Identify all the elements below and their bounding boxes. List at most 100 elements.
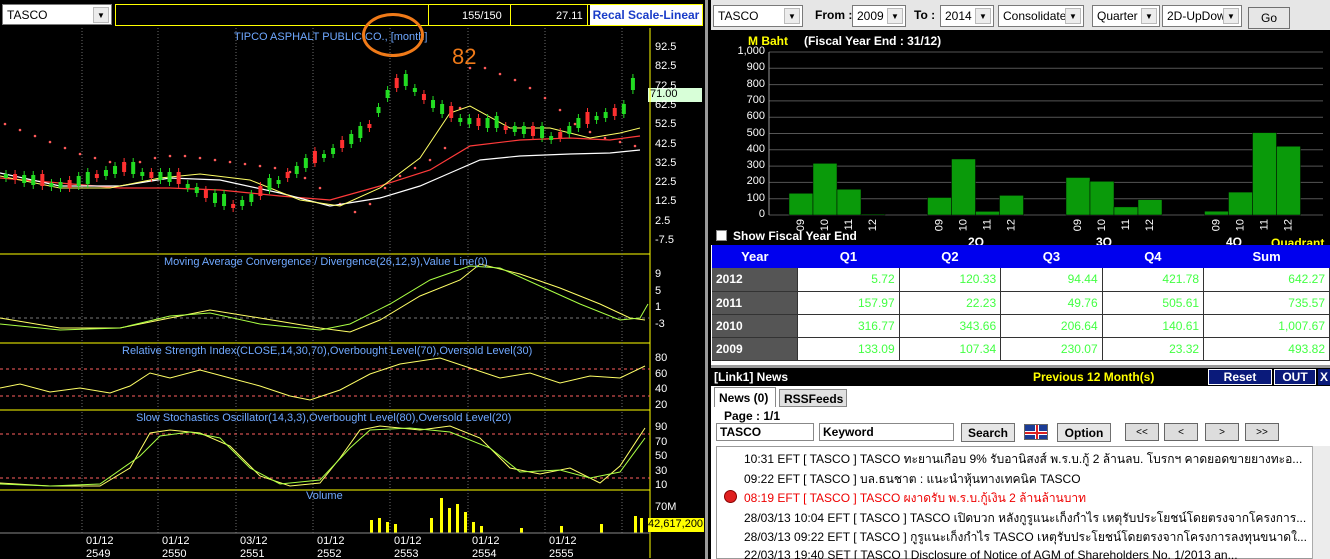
fin-symbol-select[interactable]: TASCO ▼ <box>713 5 803 27</box>
year-axis-label: 2553 <box>394 548 419 559</box>
candle-body <box>158 172 163 180</box>
candle-body <box>540 126 545 138</box>
volume-axis-tick: 70M <box>655 501 677 513</box>
sar-dot <box>413 166 417 170</box>
tab-news[interactable]: News (0) <box>714 387 776 407</box>
fin-bar <box>812 163 838 216</box>
table-cell: 22.23 <box>899 291 1002 315</box>
view-select[interactable]: 2D-UpDown ▼ <box>1162 5 1242 27</box>
financial-table: Year Q1 Q2 Q3 Q4 Sum 2012 5.72 120.33 94.44 421.7… <box>712 245 1330 361</box>
nav-prev-button[interactable]: < <box>1164 423 1198 441</box>
statement-value: Consolidated <box>1003 9 1074 23</box>
chart-symbol-select[interactable]: TASCO ▼ <box>2 4 112 25</box>
recal-scale-button[interactable]: Recal Scale-Linear <box>590 5 702 25</box>
show-fye-label: Show Fiscal Year End <box>733 229 857 243</box>
scrollbar[interactable] <box>1312 446 1330 559</box>
volume-title: Volume <box>306 490 343 502</box>
nav-last-button[interactable]: >> <box>1245 423 1279 441</box>
candle-body <box>176 172 181 184</box>
nav-first-button[interactable]: << <box>1125 423 1159 441</box>
chevron-down-icon[interactable]: ▼ <box>1065 8 1081 24</box>
sar-dot <box>138 160 142 164</box>
fin-category-label: 12 <box>1006 219 1018 231</box>
table-row[interactable]: 2009 133.09 107.34 230.07 23.32 493.82 <box>712 337 1330 361</box>
sar-dot <box>573 122 577 126</box>
candle-body <box>22 175 27 183</box>
stoch-axis-tick: 90 <box>655 421 668 433</box>
option-button[interactable]: Option <box>1057 423 1111 442</box>
fin-bar <box>1137 199 1163 216</box>
sar-dot <box>183 154 187 158</box>
sar-dot <box>153 156 157 160</box>
table-cell: 2011 <box>712 291 799 315</box>
chevron-down-icon[interactable]: ▼ <box>784 8 800 24</box>
news-symbol-input[interactable]: TASCO <box>716 423 814 441</box>
fin-category-label: 10 <box>1096 219 1108 231</box>
candle-body <box>113 166 118 174</box>
show-fye-checkbox[interactable] <box>716 230 727 241</box>
fin-category-label: 11 <box>982 219 994 230</box>
close-button[interactable]: X <box>1318 369 1330 385</box>
chevron-down-icon[interactable]: ▼ <box>93 7 109 23</box>
news-panel-title: [Link1] News <box>714 370 789 384</box>
table-row[interactable]: 2011 157.97 22.23 49.76 505.61 735.57 <box>712 291 1330 315</box>
tab-rss[interactable]: RSSFeeds <box>779 389 847 407</box>
fin-bar <box>1252 132 1277 216</box>
reset-button[interactable]: Reset <box>1208 369 1272 385</box>
sar-dot <box>63 146 67 150</box>
chevron-down-icon[interactable]: ▼ <box>1223 8 1239 24</box>
fin-category-label: 10 <box>1235 219 1247 231</box>
candle-body <box>94 174 99 178</box>
fin-category-label: 10 <box>958 219 970 231</box>
macd-axis-tick: 9 <box>655 268 662 280</box>
date-axis-label: 01/12 <box>86 535 114 547</box>
sar-dot <box>303 176 307 180</box>
uk-flag-icon[interactable] <box>1024 424 1048 440</box>
news-item[interactable]: 10:31 EFT [ TASCO ] TASCO ทะยานเกือบ 9% … <box>744 450 1302 469</box>
fin-bar <box>1204 210 1229 216</box>
candle-body <box>131 162 136 174</box>
keyword-input[interactable]: Keyword <box>819 423 954 441</box>
rsi-axis-tick: 40 <box>655 383 668 395</box>
candle-body <box>222 194 227 206</box>
candle-body <box>558 132 563 138</box>
candle-body <box>140 172 145 176</box>
chevron-down-icon[interactable]: ▼ <box>1141 8 1157 24</box>
news-item[interactable]: 09:22 EFT [ TASCO ] บล.ธนชาต : แนะนำหุ้น… <box>744 470 1081 489</box>
financial-chart: M Baht (Fiscal Year End : 31/12) 1,000 90… <box>711 30 1330 250</box>
sar-dot <box>78 152 82 156</box>
fin-bar <box>860 213 886 216</box>
statement-select[interactable]: Consolidated ▼ <box>998 5 1084 27</box>
table-row[interactable]: 2010 316.77 343.66 206.64 140.61 1,007.67 <box>712 314 1330 338</box>
candle-body <box>431 100 436 108</box>
news-item[interactable]: 08:19 EFT [ TASCO ] TASCO ผงาดรับ พ.ร.บ.… <box>744 489 1086 508</box>
from-year-select[interactable]: 2009 ▼ <box>852 5 906 27</box>
candle-body <box>322 154 326 158</box>
news-item[interactable]: 22/03/13 19:40 SET [ TASCO ] Disclosure … <box>744 548 1238 559</box>
fin-category-label: 09 <box>1072 219 1084 231</box>
header-divider <box>587 4 588 26</box>
sar-dot <box>198 156 202 160</box>
table-cell: 2012 <box>712 268 799 292</box>
period-select[interactable]: Quarter ▼ <box>1092 5 1160 27</box>
go-button[interactable]: Go <box>1248 7 1290 29</box>
search-button[interactable]: Search <box>961 423 1015 442</box>
candle-body <box>503 126 508 130</box>
to-year-select[interactable]: 2014 ▼ <box>940 5 994 27</box>
candle-body <box>194 187 199 193</box>
candle-body <box>49 183 54 187</box>
stoch-title: Slow Stochastics Oscillator(14,3,3),Over… <box>136 412 512 424</box>
nav-next-button[interactable]: > <box>1205 423 1239 441</box>
previous-months-label: Previous 12 Month(s) <box>1033 370 1155 384</box>
news-item[interactable]: 28/03/13 10:04 EFT [ TASCO ] TASCO เปิดบ… <box>744 509 1306 528</box>
chevron-down-icon[interactable]: ▼ <box>887 8 903 24</box>
table-header: Sum <box>1203 245 1330 268</box>
out-button[interactable]: OUT <box>1274 369 1316 385</box>
year-axis-label: 2549 <box>86 548 111 559</box>
news-item[interactable]: 28/03/13 09:22 EFT [ TASCO ] กูรูแนะเก็ง… <box>744 528 1307 547</box>
candle-body <box>167 172 172 182</box>
table-row[interactable]: 2012 5.72 120.33 94.44 421.78 642.27 <box>712 268 1330 292</box>
volume-bar <box>448 508 451 533</box>
chevron-down-icon[interactable]: ▼ <box>975 8 991 24</box>
fin-bar <box>1228 191 1253 216</box>
